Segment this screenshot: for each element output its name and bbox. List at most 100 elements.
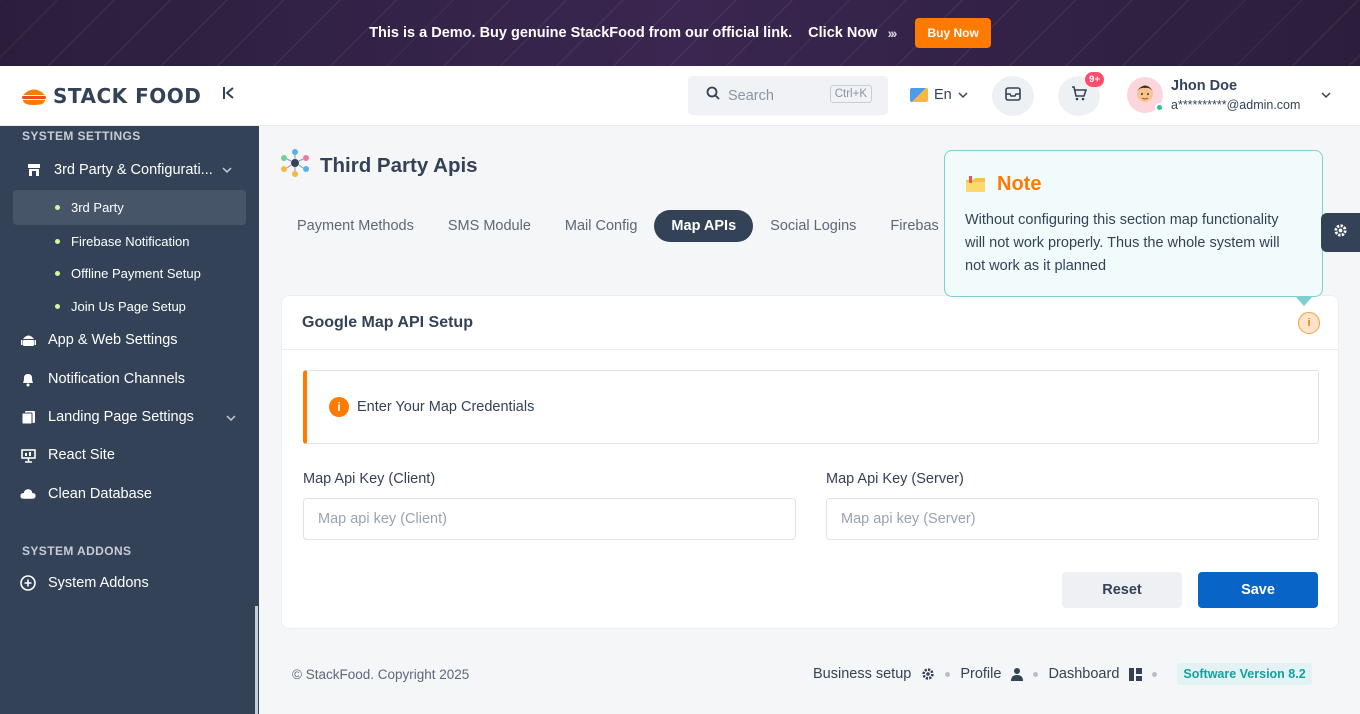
sidebar-subitem-3rd-party[interactable]: 3rd Party (13, 190, 246, 225)
server-key-label: Map Api Key (Server) (826, 471, 964, 487)
note-body: Without configuring this section map fun… (965, 212, 1280, 274)
sidebar-item-label: System Addons (48, 575, 149, 591)
sidebar-item-label: App & Web Settings (48, 332, 178, 348)
sidebar-item-notification-channels[interactable]: Notification Channels (20, 371, 185, 387)
floating-settings-button[interactable] (1321, 213, 1360, 252)
avatar[interactable] (1127, 77, 1164, 113)
online-status-dot (1155, 103, 1164, 112)
sidebar: STACK FOOD SYSTEM SETTINGS 3rd Party & C… (0, 66, 259, 714)
page-title: Third Party Apis (320, 153, 478, 177)
cloud-icon (20, 486, 36, 502)
search-icon (706, 86, 720, 105)
plus-circle-icon (20, 575, 36, 591)
bullet-dot (55, 239, 60, 244)
page-header: Third Party Apis (280, 148, 478, 183)
click-now-link[interactable]: Click Now (808, 25, 877, 41)
sidebar-subitem-join-us[interactable]: Join Us Page Setup (13, 289, 246, 324)
messages-button[interactable] (992, 76, 1034, 116)
top-header: Search Ctrl+K En 9+ Jhon Doe a**********… (259, 66, 1360, 126)
search-box[interactable]: Search Ctrl+K (688, 76, 888, 115)
alert-text: Enter Your Map Credentials (357, 399, 535, 415)
pages-icon (20, 409, 36, 425)
language-label: En (934, 87, 952, 103)
tab-sms-module[interactable]: SMS Module (431, 210, 548, 242)
logo-area: STACK FOOD (0, 66, 259, 126)
sidebar-item-system-addons[interactable]: System Addons (20, 575, 149, 591)
card-title: Google Map API Setup (282, 296, 1338, 350)
client-key-input[interactable] (303, 498, 796, 540)
tab-map-apis[interactable]: Map APIs (654, 210, 754, 242)
cart-icon (1071, 86, 1088, 106)
sidebar-subitem-firebase[interactable]: Firebase Notification (13, 224, 246, 259)
subitem-label: Join Us Page Setup (71, 299, 186, 314)
gear-icon[interactable] (921, 667, 935, 681)
search-input[interactable]: Search (728, 88, 774, 104)
subitem-label: Offline Payment Setup (71, 266, 201, 281)
sidebar-scrollbar[interactable] (255, 606, 258, 714)
api-network-icon (280, 148, 310, 183)
footer-separator (1152, 671, 1158, 677)
sidebar-item-label: Clean Database (48, 486, 152, 502)
note-popover: Note Without configuring this section ma… (944, 150, 1323, 306)
credentials-alert: i Enter Your Map Credentials (303, 370, 1319, 444)
note-header: Note (965, 173, 1302, 196)
presentation-icon (20, 447, 36, 463)
user-email: a**********@admin.com (1171, 98, 1301, 112)
server-key-input[interactable] (826, 498, 1319, 540)
user-menu-chevron-icon[interactable] (1321, 90, 1331, 102)
chevron-down-icon[interactable] (226, 414, 236, 425)
sidebar-item-clean-database[interactable]: Clean Database (20, 486, 152, 502)
footer-separator (945, 671, 951, 677)
buy-now-button[interactable]: Buy Now (915, 18, 991, 48)
language-flag-icon (910, 88, 928, 102)
bell-icon (20, 371, 36, 387)
dashboard-icon[interactable] (1129, 667, 1143, 681)
demo-banner: This is a Demo. Buy genuine StackFood fr… (0, 0, 1360, 66)
chevron-down-icon (958, 87, 968, 103)
footer-profile-link[interactable]: Profile (960, 666, 1001, 682)
collapse-sidebar-icon[interactable] (222, 86, 236, 105)
client-key-label: Map Api Key (Client) (303, 471, 436, 487)
tab-mail-config[interactable]: Mail Config (548, 210, 655, 242)
sidebar-item-label: 3rd Party & Configurati... (54, 162, 213, 178)
cart-button[interactable]: 9+ (1058, 72, 1104, 116)
sidebar-item-3rd-party-config[interactable]: 3rd Party & Configurati... (26, 162, 213, 178)
sidebar-item-app-web-settings[interactable]: App & Web Settings (20, 332, 178, 348)
banner-text: This is a Demo. Buy genuine StackFood fr… (369, 25, 793, 41)
sidebar-item-label: Landing Page Settings (48, 409, 194, 425)
subitem-label: 3rd Party (71, 200, 124, 215)
footer-copyright: © StackFood. Copyright 2025 (292, 667, 470, 682)
user-name[interactable]: Jhon Doe (1171, 78, 1237, 94)
store-icon (26, 162, 42, 178)
footer-separator (1033, 671, 1039, 677)
cart-badge: 9+ (1085, 72, 1104, 87)
search-shortcut-hint: Ctrl+K (829, 85, 872, 103)
sidebar-item-landing-page-settings[interactable]: Landing Page Settings (20, 409, 194, 425)
info-icon[interactable]: i (1298, 312, 1320, 334)
chevron-down-icon[interactable] (222, 166, 232, 177)
tab-social-logins[interactable]: Social Logins (753, 210, 873, 242)
save-button[interactable]: Save (1198, 572, 1318, 608)
user-icon[interactable] (1011, 667, 1024, 681)
sidebar-item-react-site[interactable]: React Site (20, 447, 115, 463)
section-system-addons: SYSTEM ADDONS (22, 544, 132, 558)
footer-business-setup-link[interactable]: Business setup (813, 666, 911, 682)
sidebar-subitem-offline-payment[interactable]: Offline Payment Setup (13, 256, 246, 291)
note-folder-icon (965, 175, 987, 194)
bullet-dot (55, 304, 60, 309)
tab-payment-methods[interactable]: Payment Methods (280, 210, 431, 242)
sidebar-item-label: React Site (48, 447, 115, 463)
message-icon (1005, 86, 1021, 106)
brand-logo-text[interactable]: STACK FOOD (53, 84, 201, 108)
reset-button[interactable]: Reset (1062, 572, 1182, 608)
language-selector[interactable]: En (910, 87, 968, 103)
footer-dashboard-link[interactable]: Dashboard (1048, 666, 1119, 682)
note-pointer (1295, 296, 1313, 306)
arrows-icon: ››› (887, 25, 897, 41)
bullet-dot (55, 271, 60, 276)
software-version-badge: Software Version 8.2 (1177, 663, 1312, 685)
google-map-api-card: Google Map API Setup i i Enter Your Map … (281, 295, 1339, 629)
section-system-settings: SYSTEM SETTINGS (22, 129, 141, 143)
subitem-label: Firebase Notification (71, 234, 190, 249)
settings-tabs: Payment Methods SMS Module Mail Config M… (280, 210, 956, 242)
